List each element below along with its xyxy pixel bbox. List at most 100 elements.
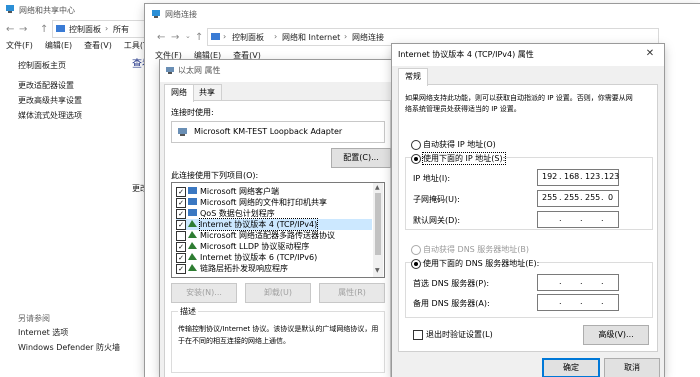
change-adapter-settings-link[interactable]: 更改适配器设置 xyxy=(18,80,74,91)
network-icon xyxy=(6,5,14,13)
item-checkbox[interactable]: ✓ xyxy=(176,242,186,252)
list-item[interactable]: ✓ Microsoft LLDP 协议驱动程序 xyxy=(176,241,372,252)
scroll-up-arrow[interactable]: ▲ xyxy=(375,184,380,191)
ok-button[interactable]: 确定 xyxy=(542,358,600,377)
item-label: Microsoft 网络的文件和打印机共享 xyxy=(200,198,327,207)
scroll-thumb[interactable] xyxy=(375,193,381,255)
install-button[interactable]: 安装(N)... xyxy=(171,283,237,303)
subnet-mask-field[interactable]: 255 . 255 . 255 . 0 xyxy=(537,190,619,207)
mask-octet-3[interactable]: 255 xyxy=(585,193,600,202)
alternate-dns-field[interactable]: . . . xyxy=(537,294,619,311)
item-checkbox[interactable]: ✓ xyxy=(176,198,186,208)
scroll-down-arrow[interactable]: ▼ xyxy=(375,267,380,274)
uninstall-button[interactable]: 卸载(U) xyxy=(245,283,311,303)
recent-dropdown[interactable]: ⌄ xyxy=(185,32,191,40)
back-button[interactable]: ← xyxy=(6,24,14,35)
configure-button[interactable]: 配置(C)... xyxy=(331,148,391,168)
list-scrollbar[interactable]: ▲ ▼ xyxy=(373,183,383,277)
advanced-button[interactable]: 高级(V)... xyxy=(583,325,649,345)
menu-edit[interactable]: 编辑(E) xyxy=(45,41,72,50)
list-item[interactable]: ✓ Microsoft 网络客户端 xyxy=(176,186,372,197)
menu-view[interactable]: 查看(V) xyxy=(233,51,261,60)
validate-label[interactable]: 退出时验证设置(L) xyxy=(426,329,493,340)
mask-octet-1[interactable]: 255 xyxy=(542,193,557,202)
media-streaming-link[interactable]: 媒体流式处理选项 xyxy=(18,110,82,121)
share-icon xyxy=(188,198,197,205)
forward-button[interactable]: → xyxy=(171,32,179,43)
close-icon[interactable]: ✕ xyxy=(644,48,656,60)
item-label: QoS 数据包计划程序 xyxy=(200,209,275,218)
path-separator: › xyxy=(274,32,278,41)
octet-dot: . xyxy=(601,193,604,202)
validate-checkbox[interactable] xyxy=(413,330,423,340)
protocol-icon xyxy=(188,242,197,249)
defender-firewall-link[interactable]: Windows Defender 防火墙 xyxy=(18,342,120,353)
item-checkbox[interactable]: ✓ xyxy=(176,264,186,274)
item-checkbox[interactable]: ✓ xyxy=(176,187,186,197)
ip-octet-1[interactable]: 192 xyxy=(542,172,557,181)
preferred-dns-label: 首选 DNS 服务器(P): xyxy=(413,279,490,288)
list-item[interactable]: ✓ Internet 协议版本 6 (TCP/IPv6) xyxy=(176,252,372,263)
path-segment[interactable]: 网络连接 xyxy=(352,32,384,43)
title-bar: 网络连接 xyxy=(145,4,700,26)
ip-address-label: IP 地址(I): xyxy=(413,174,451,183)
item-checkbox[interactable]: ✓ xyxy=(176,220,186,230)
octet-dot: . xyxy=(559,172,562,181)
auto-ip-label[interactable]: 自动获得 IP 地址(O) xyxy=(423,139,496,150)
protocol-icon xyxy=(188,220,197,227)
path-segment[interactable]: 所有 xyxy=(113,24,129,35)
item-checkbox[interactable]: ✓ xyxy=(176,209,186,219)
menu-edit[interactable]: 编辑(E) xyxy=(194,51,221,60)
properties-button[interactable]: 属性(R) xyxy=(319,283,385,303)
list-item[interactable]: Microsoft 网络适配器多路传送器协议 xyxy=(176,230,372,241)
tab-networking[interactable]: 网络 xyxy=(164,84,194,102)
list-item-selected[interactable]: ✓ Internet 协议版本 4 (TCP/IPv4) xyxy=(176,218,372,231)
ip-octet-2[interactable]: 168 xyxy=(564,172,579,181)
menu-view[interactable]: 查看(V) xyxy=(84,41,112,50)
tab-sharing[interactable]: 共享 xyxy=(192,84,222,101)
up-button[interactable]: ↑ xyxy=(195,32,203,43)
manual-dns-radio[interactable] xyxy=(411,259,421,269)
ip-octet-3[interactable]: 123 xyxy=(585,172,600,181)
menu-file[interactable]: 文件(F) xyxy=(6,41,33,50)
manual-dns-label[interactable]: 使用下面的 DNS 服务器地址(E): xyxy=(423,258,540,269)
path-separator: › xyxy=(105,24,109,33)
gateway-label: 默认网关(D): xyxy=(413,216,461,225)
item-label: Internet 协议版本 4 (TCP/IPv4) xyxy=(198,218,319,231)
forward-button[interactable]: → xyxy=(19,24,27,35)
list-item[interactable]: ✓ Microsoft 网络的文件和打印机共享 xyxy=(176,197,372,208)
description-text-line-1: 传输控制协议/Internet 协议。该协议是默认的广域网络协议，用 xyxy=(178,325,379,333)
cancel-button[interactable]: 取消 xyxy=(604,358,660,377)
subnet-mask-label: 子网掩码(U): xyxy=(413,195,460,204)
ip-address-field[interactable]: 192 . 168 . 123 . 123 xyxy=(537,169,619,186)
advanced-sharing-link[interactable]: 更改高级共享设置 xyxy=(18,95,82,106)
list-item[interactable]: ✓ QoS 数据包计划程序 xyxy=(176,208,372,219)
auto-dns-radio[interactable] xyxy=(411,245,421,255)
item-checkbox[interactable]: ✓ xyxy=(176,253,186,263)
adapter-icon xyxy=(178,128,187,136)
item-label: Microsoft 网络客户端 xyxy=(200,187,279,196)
path-segment[interactable]: 网络和 Internet xyxy=(282,32,340,43)
manual-ip-radio[interactable] xyxy=(411,154,421,164)
mask-octet-4[interactable]: 0 xyxy=(608,193,613,202)
auto-dns-label[interactable]: 自动获得 DNS 服务器地址(B) xyxy=(423,244,529,255)
gateway-field[interactable]: . . . xyxy=(537,211,619,228)
menu-file[interactable]: 文件(F) xyxy=(155,51,182,60)
item-checkbox[interactable] xyxy=(176,231,186,241)
up-button[interactable]: ↑ xyxy=(40,24,48,35)
ip-octet-4[interactable]: 123 xyxy=(604,172,619,181)
internet-options-link[interactable]: Internet 选项 xyxy=(18,327,68,338)
preferred-dns-field[interactable]: . . . xyxy=(537,274,619,291)
back-button[interactable]: ← xyxy=(157,32,165,43)
manual-ip-label[interactable]: 使用下面的 IP 地址(S): xyxy=(421,152,507,165)
path-segment[interactable]: 控制面板 xyxy=(232,32,264,43)
item-label: Microsoft LLDP 协议驱动程序 xyxy=(200,242,310,251)
control-panel-home-link[interactable]: 控制面板主页 xyxy=(18,60,66,71)
tab-general[interactable]: 常规 xyxy=(398,68,428,86)
path-segment[interactable]: 控制面板 xyxy=(69,24,101,35)
octet-dot: . xyxy=(559,214,562,223)
mask-octet-2[interactable]: 255 xyxy=(564,193,579,202)
auto-ip-radio[interactable] xyxy=(411,140,421,150)
list-item[interactable]: ✓ 链路层拓扑发现响应程序 xyxy=(176,263,372,274)
adapter-box: Microsoft KM-TEST Loopback Adapter xyxy=(171,121,385,143)
